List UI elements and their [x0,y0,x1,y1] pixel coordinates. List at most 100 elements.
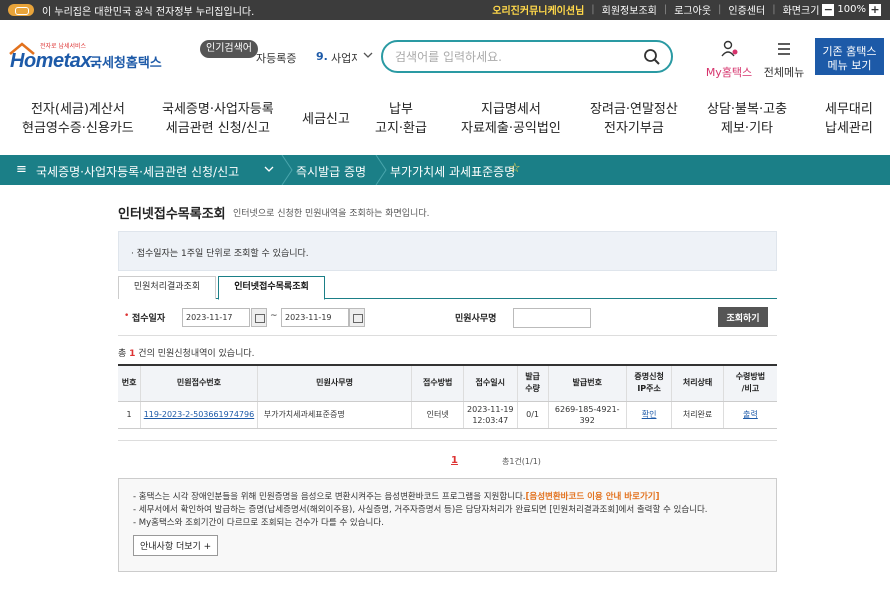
breadcrumb-item-certificates[interactable]: 국세증명·사업자등록·세금관련 신청/신고 [36,163,239,180]
cell-no: 1 [118,401,141,429]
cell-ip: 확인 [625,401,672,429]
notice-box: · 접수일자는 1주일 단위로 조회할 수 있습니다. [118,231,777,271]
classic-menu-button[interactable]: 기존 홈택스 메뉴 보기 [815,38,884,75]
member-info-link[interactable]: 회원정보조회 [602,2,657,17]
breadcrumb-item-instant-issue[interactable]: 즉시발급 증명 [296,163,366,180]
cell-receipt-no: 119-2023-2-503661974796 [140,401,258,429]
search-icon[interactable] [643,48,661,66]
user-icon [721,40,738,57]
date-label: 접수일자 [132,314,166,324]
col-header-date: 접수일시 [462,364,518,402]
table-header-row: 번호 민원접수번호 민원사무명 접수방법 접수일시 발급 수량 발급번호 증명신… [118,364,777,402]
tab-result-inquiry[interactable]: 민원처리결과조회 [118,276,216,299]
tab-internet-receipt[interactable]: 인터넷접수목록조회 [218,276,325,300]
breadcrumb: ≡ 국세증명·사업자등록·세금관련 신청/신고 즉시발급 증명 부가가치세 과세… [0,155,890,185]
col-header-issue-no: 발급번호 [547,364,627,402]
nav-tax-filing[interactable]: 세금신고 [302,110,350,129]
date-to-input[interactable] [281,308,349,327]
chevron-down-icon[interactable] [362,47,374,63]
filter-row: • 접수일자 ~ 민원사무명 조회하기 [118,300,777,336]
pagination: 1 총1건(1/1) [118,440,777,470]
breadcrumb-separator-icon [281,155,293,185]
cell-receive: 출력 [722,401,777,429]
info-box: - 홈택스는 시각 장애인분들을 위해 민원증명을 음성으로 변환시켜주는 음성… [118,478,777,572]
nav-statements[interactable]: 지급명세서 자료제출·공익법인 [461,100,561,138]
all-menu-label: 전체메뉴 [763,66,805,79]
my-hometax-button[interactable]: My홈택스 [700,40,758,80]
col-header-method: 접수방법 [411,364,464,402]
ip-confirm-link[interactable]: 확인 [642,410,657,419]
result-count: 총 1 건의 민원신청내역이 있습니다. [118,349,255,359]
cert-center-link[interactable]: 인증센터 [728,2,765,17]
breadcrumb-separator-icon [375,155,387,185]
col-header-qty: 발급 수량 [516,364,549,402]
popular-prev-item[interactable]: 자등록증 [256,50,296,66]
required-mark: • [124,311,130,321]
nav-payment[interactable]: 납부 고지·환급 [375,100,427,138]
logo-korean: 국세청홈택스 [90,56,162,71]
page-link-1[interactable]: 1 [451,455,458,466]
chevron-down-icon[interactable] [263,161,275,177]
receipt-table: 번호 민원접수번호 민원사무명 접수방법 접수일시 발급 수량 발급번호 증명신… [118,364,777,429]
hamburger-icon [778,43,790,55]
logout-link[interactable]: 로그아웃 [674,2,711,17]
col-header-receipt-no: 민원접수번호 [140,364,258,402]
cell-method: 인터넷 [411,401,464,429]
cell-qty: 0/1 [516,401,549,429]
search-box [381,40,673,73]
nav-e-invoice[interactable]: 전자(세금)계산서 현금영수증·신용카드 [22,100,134,138]
popular-rank: 9. [316,50,328,63]
col-header-ip: 증명신청 IP주소 [625,364,672,402]
screen-size-label: 화면크기 [782,6,820,17]
nav-consulting[interactable]: 상담·불복·고충 제보·기타 [707,100,787,138]
date-range-tilde: ~ [270,311,278,321]
receipt-no-link[interactable]: 119-2023-2-503661974796 [144,410,254,419]
popular-search-badge: 인기검색어 [200,40,258,58]
zoom-in-button[interactable]: + [869,3,881,16]
classic-menu-line2: 메뉴 보기 [827,58,872,72]
office-label: 민원사무명 [455,314,497,324]
notice-text: · 접수일자는 1주일 단위로 조회할 수 있습니다. [131,249,309,259]
page-total: 총1건(1/1) [502,457,541,466]
my-hometax-label: My홈택스 [705,66,753,79]
date-from-input[interactable] [182,308,250,327]
zoom-out-button[interactable]: − [822,3,835,16]
calendar-icon[interactable] [251,308,267,327]
gov-banner-text: 이 누리집은 대한민국 공식 전자정부 누리집입니다. [42,7,255,18]
gov-banner: 이 누리집은 대한민국 공식 전자정부 누리집입니다. 오리진커뮤니케이션님 |… [0,0,890,20]
star-icon[interactable]: ☆ [509,161,521,176]
breadcrumb-item-vat-cert[interactable]: 부가가치세 과세표준증명 [390,163,515,180]
col-header-office: 민원사무명 [256,364,412,402]
info-line-2: - 세무서에서 확인하여 발급하는 증명(납세증명서(해외이주용), 사실증명,… [133,505,708,515]
more-info-button[interactable]: 안내사항 더보기 + [133,535,219,556]
nav-tax-agent[interactable]: 세무대리 납세관리 [825,100,873,138]
logo-subtitle: 전자로 납세서비스 [40,43,87,50]
search-input[interactable] [395,48,635,66]
cell-date: 2023-11-19 12:03:47 [462,401,518,429]
col-header-receive: 수령방법 /비고 [722,364,777,402]
user-name: 오리진커뮤니케이션님 [492,6,585,17]
top-utility-links: 오리진커뮤니케이션님 | 회원정보조회 | 로그아웃 | 인증센터 | 화면크기… [492,2,881,17]
print-link[interactable]: 출력 [743,410,758,419]
cell-issue-no: 6269-185-4921-392 [547,401,627,429]
calendar-icon[interactable] [349,308,365,327]
classic-menu-line1: 기존 홈택스 [822,44,877,58]
search-button[interactable]: 조회하기 [718,307,768,327]
col-header-status: 처리상태 [671,364,724,402]
gov-logo-icon [8,4,34,16]
cell-office: 부가가치세과세표준증명 [256,401,412,429]
nav-incentives[interactable]: 장려금·연말정산 전자기부금 [590,100,678,138]
page-title: 인터넷접수목록조회 [118,207,226,222]
zoom-level: 100% [837,4,866,15]
all-menu-button[interactable]: 전체메뉴 [760,40,808,80]
barcode-guide-link[interactable]: [음성변환바코드 이용 안내 바로가기] [526,492,660,502]
logo-text: Hometax. [10,50,97,72]
office-name-input[interactable] [513,308,591,328]
popular-search-item[interactable]: 사업자 [331,50,357,66]
nav-certificates[interactable]: 국세증명·사업자등록 세금관련 신청/신고 [162,100,274,138]
breadcrumb-menu-icon[interactable]: ≡ [16,162,27,177]
info-line-3: - My홈택스와 조회기간이 다르므로 조회되는 건수가 다를 수 있습니다. [133,518,384,528]
page-description: 인터넷으로 신청한 민원내역을 조회하는 화면입니다. [233,209,430,219]
main-nav: 전자(세금)계산서 현금영수증·신용카드 국세증명·사업자등록 세금관련 신청/신고… [0,100,890,144]
tab-bar: 민원처리결과조회 인터넷접수목록조회 [118,276,777,300]
